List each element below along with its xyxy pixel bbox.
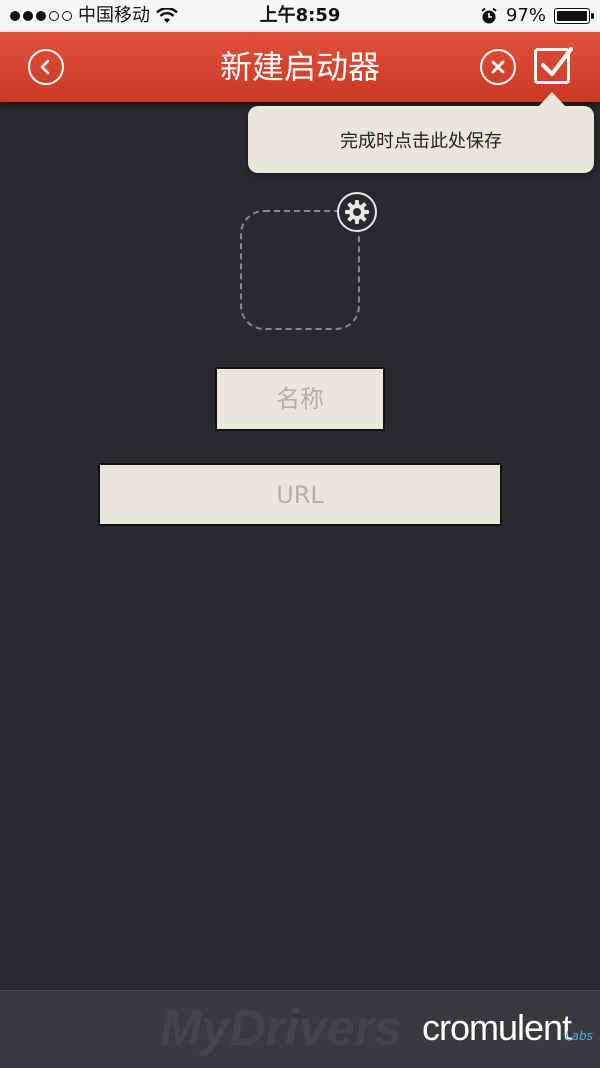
alarm-icon [481,7,497,24]
url-field[interactable] [98,463,502,526]
battery-icon [554,8,594,24]
footer-bar: MyDrivers cromulent Labs [0,990,600,1068]
brand-logo: cromulent [422,1007,572,1048]
close-icon [491,60,505,74]
cancel-button[interactable] [480,49,516,85]
status-right: 97% [480,0,594,32]
watermark: MyDrivers [160,1000,402,1056]
name-field[interactable] [215,367,385,431]
icon-settings-button[interactable] [337,192,377,232]
status-bar: 中国移动 上午8:59 97% [0,0,600,32]
save-hint-tooltip: 完成时点击此处保存 [248,92,594,173]
tooltip-text: 完成时点击此处保存 [340,130,502,152]
gear-icon [345,200,369,224]
battery-percent: 97% [505,5,546,26]
brand-sub: Labs [565,1029,593,1043]
save-button[interactable] [534,47,573,84]
icon-placeholder[interactable] [240,210,360,330]
checkmark-icon [541,47,573,76]
nav-header: 新建启动器 [0,32,600,102]
